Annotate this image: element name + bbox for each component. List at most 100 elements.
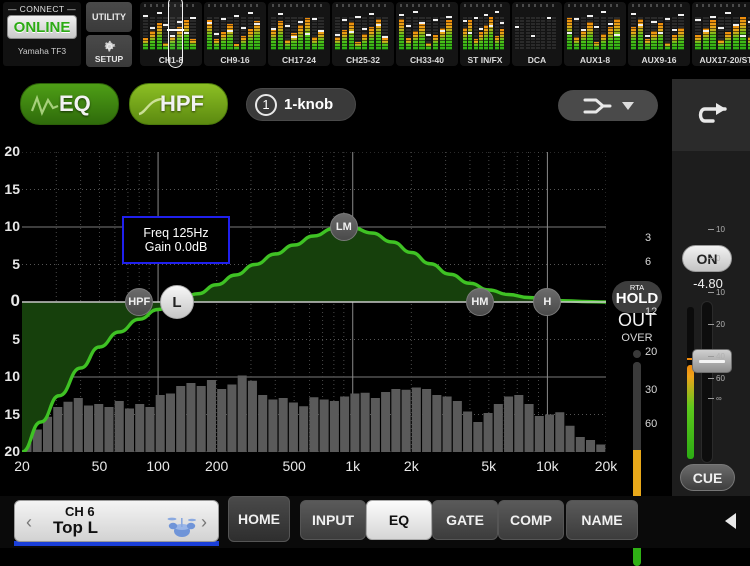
tab-gate[interactable]: GATE: [432, 500, 498, 540]
channel-strip-dca[interactable]: DCA: [512, 2, 562, 66]
strip-meters: [515, 6, 559, 50]
hpf-label: HPF: [160, 91, 204, 117]
eq-band-handle-hm[interactable]: HM: [466, 288, 494, 316]
channel-strip-ch9-16[interactable]: CH9-16: [204, 2, 266, 66]
meter-bar: [638, 16, 643, 50]
eq-band-handle-hpf[interactable]: HPF: [125, 288, 153, 316]
channel-on-button[interactable]: ON: [682, 245, 732, 272]
strip-label: CH17-24: [268, 55, 330, 65]
meter-bar: [362, 16, 367, 50]
meter-bar: [594, 16, 599, 50]
meter-bar: [645, 16, 650, 50]
x-axis-tick: 200: [197, 458, 237, 474]
tab-name[interactable]: NAME: [566, 500, 638, 540]
fader-position-mark: [190, 17, 195, 19]
utility-button[interactable]: UTILITY: [86, 2, 132, 32]
channel-strip-ch25-32[interactable]: CH25-32: [332, 2, 394, 66]
meter-bar: [376, 16, 381, 50]
hpf-toggle-button[interactable]: HPF: [129, 83, 228, 125]
meter-bar: [291, 16, 296, 50]
meter-bar: [581, 16, 586, 50]
meter-bar: [190, 16, 195, 50]
tab-input[interactable]: INPUT: [300, 500, 366, 540]
online-status-button[interactable]: ONLINE: [7, 15, 77, 39]
meter-bar: [474, 16, 478, 50]
tooltip-freq-label: Freq: [143, 226, 169, 240]
tab-home[interactable]: HOME: [228, 496, 290, 542]
meter-bar: [369, 16, 374, 50]
meter-bar: [355, 16, 360, 50]
channel-strip-st-in-fx[interactable]: ST IN/FX: [460, 2, 510, 66]
fader-scale-tick: 60: [716, 374, 725, 383]
y-axis-tick: 10: [0, 218, 20, 234]
fader-position-mark: [362, 28, 367, 30]
fader-position-mark: [574, 18, 579, 20]
fader-position-mark: [305, 33, 310, 35]
channel-number-label: CH 6: [65, 504, 95, 519]
selected-fader-overlay[interactable]: [168, 0, 183, 68]
fader-position-mark: [399, 14, 404, 16]
routing-select-button[interactable]: [558, 90, 658, 121]
fader-position-mark: [608, 23, 613, 25]
fader-position-mark: [221, 18, 226, 20]
fader-position-mark: [515, 26, 519, 28]
connect-title: — CONNECT —: [3, 4, 81, 14]
tab-eq[interactable]: EQ: [366, 500, 432, 540]
fader-position-mark: [468, 32, 472, 34]
meter-bar: [587, 16, 592, 50]
setup-button[interactable]: SETUP: [86, 35, 132, 67]
strip-label: AUX9-16: [628, 55, 690, 65]
eq-toggle-button[interactable]: EQ: [20, 83, 119, 125]
channel-strip-aux17-20-st[interactable]: AUX17-20/ST: [692, 2, 750, 66]
meter-bar: [271, 16, 276, 50]
setup-label: SETUP: [95, 54, 123, 64]
meter-bar: [157, 16, 162, 50]
fader-position-mark: [484, 14, 488, 16]
channel-strip-aux9-16[interactable]: AUX9-16: [628, 2, 690, 66]
channel-strip-ch33-40[interactable]: CH33-40: [396, 2, 458, 66]
strip-label: AUX1-8: [564, 55, 626, 65]
cue-button[interactable]: CUE: [680, 464, 735, 491]
fader-position-mark: [335, 34, 340, 36]
channel-strip-aux1-8[interactable]: AUX1-8: [564, 2, 626, 66]
channel-fader-knob[interactable]: [692, 349, 732, 373]
connect-panel: — CONNECT — ONLINE Yamaha TF3: [3, 2, 81, 66]
channel-select-display[interactable]: ‹ CH 6 Top L ›: [14, 500, 219, 542]
tab-comp[interactable]: COMP: [498, 500, 564, 540]
eq-band-handle-l[interactable]: L: [160, 285, 194, 319]
chevron-left-icon[interactable]: ‹: [26, 512, 32, 533]
fader-position-mark: [207, 22, 212, 24]
fader-position-mark: [474, 17, 478, 19]
x-axis-tick: 2k: [391, 458, 431, 474]
fader-position-mark: [614, 34, 619, 36]
one-knob-number: 1: [255, 94, 277, 116]
meter-bar: [241, 16, 246, 50]
chevron-down-icon: [622, 102, 634, 110]
undo-button[interactable]: [672, 79, 750, 151]
y-axis-tick: 15: [0, 406, 20, 422]
device-name-label: Yamaha TF3: [3, 46, 81, 56]
collapse-panel-button[interactable]: [719, 508, 745, 534]
channel-strip-ch17-24[interactable]: CH17-24: [268, 2, 330, 66]
fader-position-mark: [446, 16, 451, 18]
eq-band-handle-lm[interactable]: LM: [330, 213, 358, 241]
fader-position-mark: [312, 18, 317, 20]
meter-scale-tick: 12: [645, 306, 657, 318]
fader-scale-tick: 0: [716, 254, 720, 263]
eq-plot-area[interactable]: Freq 125Hz Gain 0.0dB HPFLLMHMH: [22, 152, 606, 452]
fader-position-mark: [547, 17, 551, 19]
strip-meters: [335, 6, 391, 50]
fader-position-mark: [214, 33, 219, 35]
fader-position-mark: [531, 35, 535, 37]
fader-position-mark: [594, 26, 599, 28]
meter-bar: [382, 16, 387, 50]
chevron-right-icon[interactable]: ›: [201, 512, 207, 533]
meter-bar: [614, 16, 619, 50]
eq-graph[interactable]: 201510505101520 20501002005001k2k5k10k20…: [0, 140, 672, 496]
fader-scale-tick: 10: [716, 288, 725, 297]
channel-fader-track[interactable]: [701, 301, 713, 463]
meter-scale-tick: 20: [645, 346, 657, 358]
one-knob-button[interactable]: 1 1-knob: [246, 88, 356, 121]
meter-bar: [552, 16, 556, 50]
fader-position-mark: [227, 30, 232, 32]
